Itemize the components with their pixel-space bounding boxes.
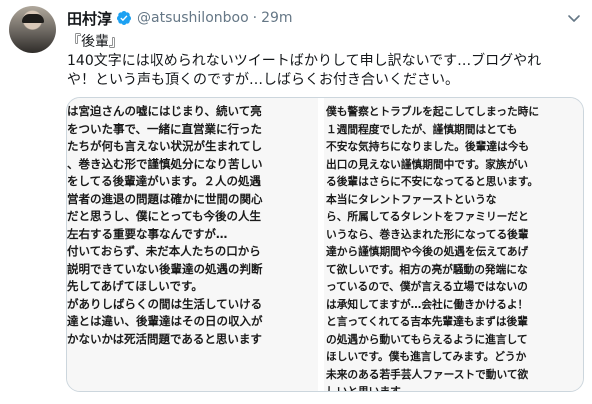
tweet-timestamp[interactable]: 29m [261,10,292,26]
author-handle[interactable]: @atsushilonboo [137,10,249,26]
tweet-header: 田村淳 @atsushilonboo · 29m [67,8,293,28]
tweet[interactable]: 田村淳 @atsushilonboo · 29m 『後輩』 140文字には収めら… [0,0,592,404]
tweet-media[interactable]: は宮迫さんの嘘にはじまり、続いて亮 をついた事で、一緒に直営業に行った たちが何… [66,97,584,392]
verified-badge-icon [117,11,132,25]
image-text-line: 本当にタレントファーストというな [326,192,497,206]
image-text-line: は承知してますが…会社に働きかけるよ！ [326,297,529,311]
image-text-line: 出口の見えない謹慎期間中です。家族がい [326,157,528,171]
avatar[interactable] [9,6,56,53]
tweet-text: 『後輩』 140文字には収められないツイートばかりして申し訳ないです…ブログやれ… [67,33,582,90]
image-text-line: 僕も警察とトラブルを起こしてしまった時に [326,105,540,118]
image-text-line: っているので、僕が言える立場ではないの [326,280,528,293]
image-text-line: 不安な気持ちになりました。後輩達は今も [326,140,530,153]
image-text-line: たちが何も言えない状況が生まれてし [67,139,263,153]
image-text-line: て欲しいです。相方の亮が騒動の発端にな [326,262,528,276]
image-text-line: をついた事で、一緒に直営業に行った [67,121,263,136]
tweet-text-line: や！という声も頂くのですが…しばらくお付き合いください。 [67,72,459,88]
tweet-text-line: 『後輩』 [67,34,123,50]
author-name[interactable]: 田村淳 [67,8,112,29]
image-text-line: 未来のある若手芸人ファーストで動いて欲 [326,367,529,381]
image-text-line: 左右する重要な事なんですが… [67,226,228,241]
image-text-line: 付いておらず、未だ本人たちの口から [67,244,261,258]
image-text-line: 達とは違い、後輩達はその日の収入が [67,314,263,328]
image-text-line: １週間程度でしたが、謹慎期間はとても [326,122,518,136]
image-text-right: 僕も警察とトラブルを起こしてしまった時に １週間程度でしたが、謹慎期間はとても … [326,103,581,392]
image-text-line: 説明できていない後輩達の処遇の判断 [67,261,263,276]
image-text-line: しいと思います。 [326,385,411,392]
image-text-line: の処遇から動いてもらえるように進言して [326,332,528,346]
image-text-line: る後輩はさらに不安になってると思います。 [326,175,539,188]
image-text-line: 、巻き込む形で謹慎処分になり苦しい [67,156,263,171]
image-text-line: かないかは死活問題であると思います [67,331,262,346]
image-text-line: は宮迫さんの嘘にはじまり、続いて亮 [67,104,262,118]
image-text-line: ほしいです。僕も進言してみます。どうか [326,350,527,363]
image-text-line: ら、所属してるタレントをファミリーだと [326,210,529,223]
image-text-line: いうなら、巻き込まれた形になってる後輩 [326,227,529,241]
media-image-left[interactable]: は宮迫さんの嘘にはじまり、続いて亮 をついた事で、一緒に直営業に行った たちが何… [67,98,318,391]
image-text-line: 営者の進退の問題は確かに世間の関心 [67,191,263,206]
tweet-text-line: 140文字には収められないツイートばかりして申し訳ないです…ブログやれ [67,53,542,69]
image-text-line: と言ってくれてる吉本先輩達もまずは後輩 [326,315,528,328]
image-text-line: 達から謹慎期間や今後の処遇を伝えてあげ [326,245,529,258]
image-text-line: がありしばらくの間は生活していける [67,296,263,311]
media-image-right[interactable]: 僕も警察とトラブルを起こしてしまった時に １週間程度でしたが、謹慎期間はとても … [324,98,583,391]
image-text-left: は宮迫さんの嘘にはじまり、続いて亮 をついた事で、一緒に直営業に行った たちが何… [67,103,318,348]
image-text-line: だと思うし、僕にとっても今後の人生 [67,209,262,223]
separator-dot: · [252,10,258,26]
chevron-down-icon[interactable] [566,10,582,26]
image-text-line: 先してあげてほしいです。 [67,279,203,293]
image-text-line: をしてる後輩達がいます。２人の処遇 [67,174,262,188]
